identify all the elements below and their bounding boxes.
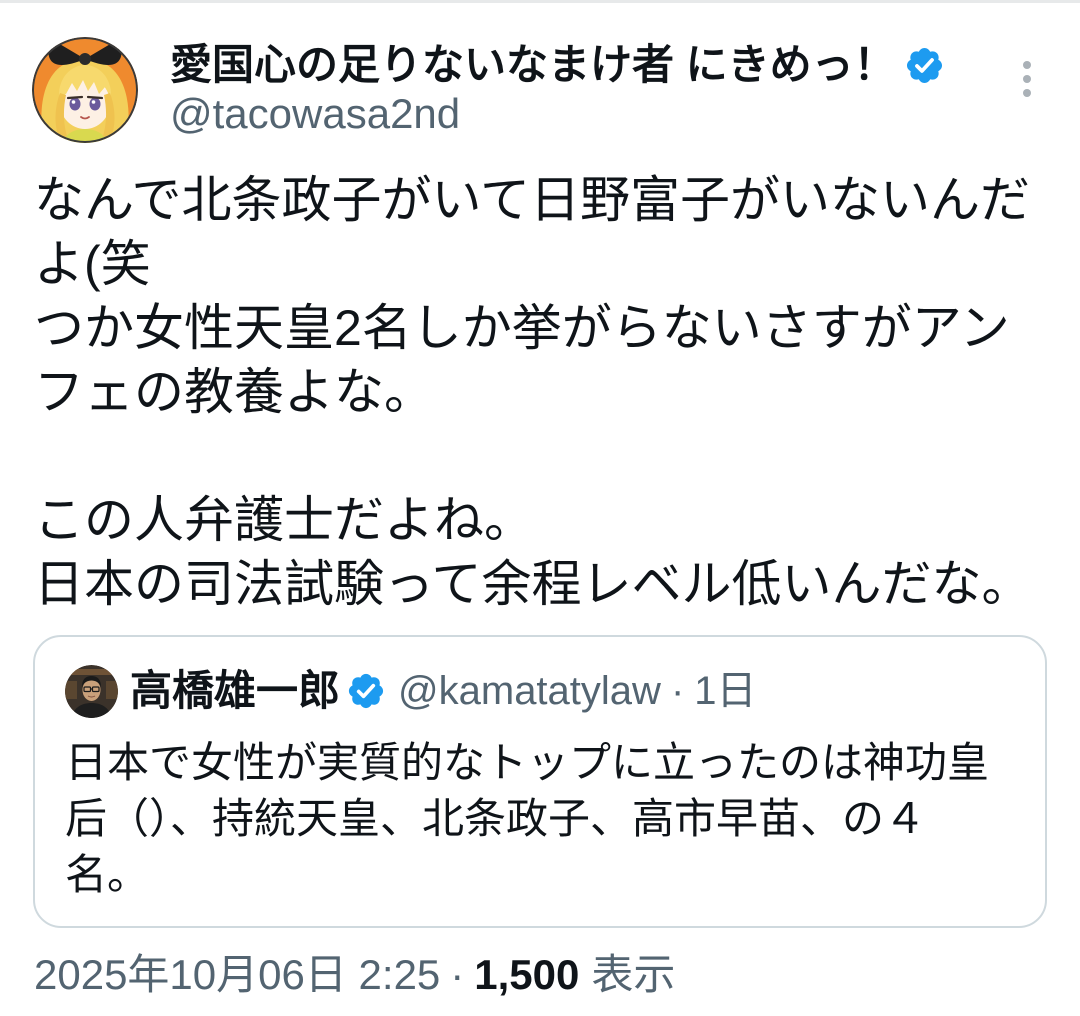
post-text-line: なんで北条政子がいて日野富子がいないんだ [34, 172, 1030, 228]
author-avatar[interactable] [32, 37, 138, 143]
post-text: なんで北条政子がいて日野富子がいないんだ よ(笑 つか女性天皇2名しか挙がらない… [34, 168, 1074, 616]
post: 愛国心の足りないなまけ者 にきめっ！ @tacowasa2nd なんで北条政子が… [0, 0, 1080, 1016]
post-meta: 2025年10月06日 2:25 · 1,500 表示 [34, 950, 1034, 1000]
quoted-author-display-name: 高橋雄一郎 [130, 667, 341, 714]
quoted-header-separator: · [670, 669, 685, 713]
author-block: 愛国心の足りないなまけ者 にきめっ！ @tacowasa2nd [170, 37, 1000, 139]
top-divider [0, 0, 1080, 3]
anime-girl-avatar-icon [32, 37, 138, 143]
quoted-post-header: 高橋雄一郎 @kamatatylaw · 1日 [65, 664, 1015, 718]
post-text-line: つか女性天皇2名しか挙がらないさすがアン [34, 300, 1010, 356]
views-stat[interactable]: 1,500 表示 [474, 951, 675, 998]
quoted-text-line: 名。 [65, 851, 150, 898]
author-name-row: 愛国心の足りないなまけ者 にきめっ！ [170, 37, 1000, 93]
quoted-text-line: 后（）、持統天皇、北条政子、高市早苗、の４ [65, 795, 927, 842]
post-paragraph: この人弁護士だよね。 日本の司法試験って余程レベル低いんだな。 [34, 488, 1074, 616]
views-count: 1,500 [474, 951, 580, 998]
meta-separator: · [450, 951, 465, 998]
quoted-author-handle: @kamatatylaw [398, 669, 661, 713]
quoted-text-line: 日本で女性が実質的なトップに立ったのは神功皇 [65, 739, 990, 786]
quoted-author-avatar [65, 664, 118, 718]
verified-badge-svg [348, 673, 384, 709]
post-text-line: 日本の司法試験って余程レベル低いんだな。 [34, 556, 1032, 612]
quoted-post-time: 1日 [694, 669, 757, 713]
post-text-line: よ(笑 [34, 236, 151, 292]
quoted-post-text: 日本で女性が実質的なトップに立ったのは神功皇 后（）、持統天皇、北条政子、高市早… [65, 735, 1025, 903]
post-timestamp[interactable]: 2025年10月06日 2:25 [34, 951, 440, 998]
views-label: 表示 [591, 951, 676, 998]
post-text-line: この人弁護士だよね。 [34, 492, 534, 548]
author-handle[interactable]: @tacowasa2nd [170, 89, 1000, 139]
verified-badge-icon[interactable] [904, 45, 945, 86]
post-paragraph: なんで北条政子がいて日野富子がいないんだ よ(笑 つか女性天皇2名しか挙がらない… [34, 168, 1074, 424]
author-display-name[interactable]: 愛国心の足りないなまけ者 にきめっ！ [170, 37, 896, 93]
post-text-line: フェの教養よな。 [34, 364, 434, 420]
more-vertical-icon [1023, 61, 1031, 97]
more-options-button[interactable] [1015, 54, 1039, 104]
verified-badge-svg [906, 47, 942, 83]
man-with-glasses-avatar-icon [65, 664, 118, 718]
quoted-post-card[interactable]: 高橋雄一郎 @kamatatylaw · 1日 日本で女性が実質的なトップに立っ… [33, 635, 1047, 928]
verified-badge-icon [346, 671, 386, 711]
